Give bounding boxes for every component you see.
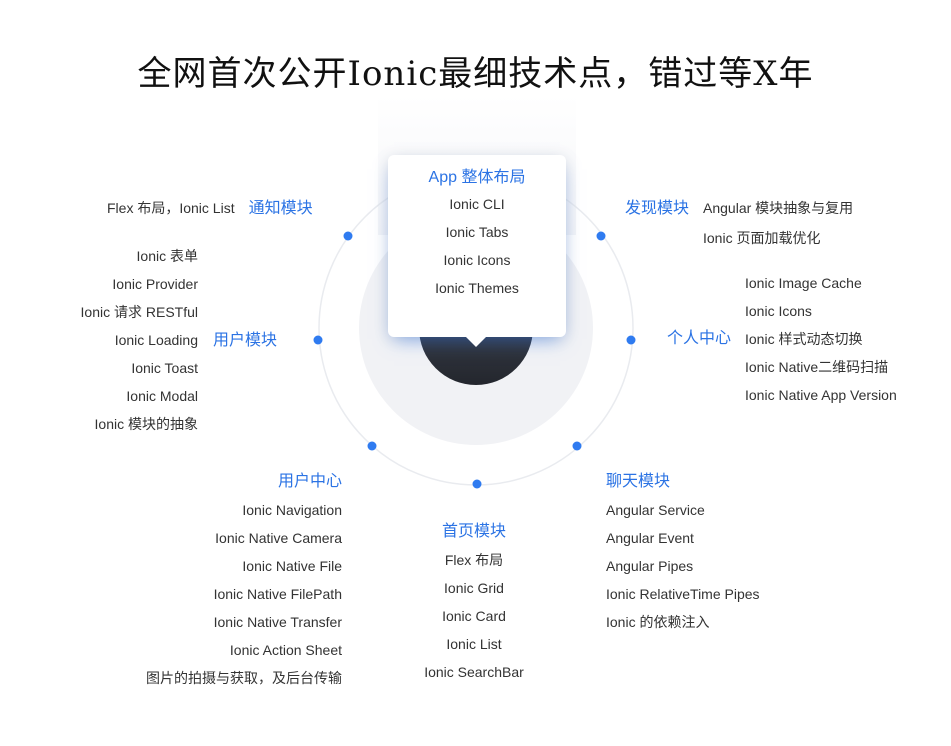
module-personal-list: Ionic Image Cache Ionic Icons Ionic 样式动态…: [745, 269, 897, 409]
node-dot-notify: [343, 231, 353, 241]
module-personal-item: Ionic 样式动态切换: [745, 331, 863, 347]
node-dot-home: [472, 479, 482, 489]
module-chat: 聊天模块 Angular Service Angular Event Angul…: [606, 470, 760, 636]
module-personal-item: Ionic Image Cache: [745, 275, 862, 291]
module-user-center-heading: 用户中心: [277, 473, 342, 490]
center-card-pointer: [465, 336, 487, 347]
center-card-item: Ionic Icons: [443, 252, 511, 268]
module-user-center-item: Ionic Action Sheet: [229, 642, 342, 658]
module-user-center-item: Ionic Native Camera: [215, 530, 342, 546]
module-user-center: 用户中心 Ionic Navigation Ionic Native Camer…: [100, 470, 342, 692]
module-user-center-item: Ionic Native File: [242, 558, 342, 574]
center-card-item: Ionic CLI: [449, 196, 505, 212]
node-dot-user-center: [367, 441, 377, 451]
module-user-list: Ionic 表单 Ionic Provider Ionic 请求 RESTful…: [40, 242, 198, 438]
module-chat-item: Angular Event: [606, 530, 694, 546]
module-user-item: Ionic Toast: [131, 360, 198, 376]
module-user-center-item: Ionic Navigation: [242, 502, 342, 518]
module-notify-item: Flex 布局，Ionic List: [107, 200, 235, 216]
module-home-heading: 首页模块: [441, 523, 506, 540]
center-card-heading: App 整体布局: [428, 169, 526, 186]
module-user-heading-wrap: 用户模块: [213, 329, 277, 353]
module-discover-item: Angular 模块抽象与复用: [703, 200, 854, 216]
module-user-center-item: Ionic Native FilePath: [213, 586, 342, 602]
module-notify: Flex 布局，Ionic List 通知模块: [107, 194, 313, 222]
module-user-center-item: 图片的拍摄与获取，及后台传输: [146, 670, 342, 686]
module-home-item: Ionic Grid: [444, 580, 504, 596]
module-home-item: Ionic SearchBar: [424, 664, 524, 680]
module-user-item: Ionic 模块的抽象: [94, 416, 198, 432]
module-chat-heading: 聊天模块: [606, 473, 671, 490]
node-dot-user-module: [313, 335, 323, 345]
module-personal-item: Ionic Native二维码扫描: [745, 359, 889, 375]
module-notify-heading: 通知模块: [248, 200, 313, 217]
module-home-item: Ionic List: [446, 636, 502, 652]
module-personal-item: Ionic Icons: [745, 303, 812, 319]
module-user-item: Ionic Loading: [114, 332, 198, 348]
module-chat-item: Angular Service: [606, 502, 705, 518]
module-personal-heading: 个人中心: [667, 330, 732, 347]
module-chat-item: Ionic RelativeTime Pipes: [606, 586, 760, 602]
module-personal-item: Ionic Native App Version: [745, 387, 897, 403]
node-dot-discover: [596, 231, 606, 241]
module-chat-item: Ionic 的依赖注入: [606, 614, 710, 630]
module-home: 首页模块 Flex 布局 Ionic Grid Ionic Card Ionic…: [394, 520, 554, 686]
module-discover: 发现模块 Angular 模块抽象与复用 Ionic 页面加载优化: [625, 194, 853, 252]
module-chat-item: Angular Pipes: [606, 558, 694, 574]
node-dot-personal: [626, 335, 636, 345]
module-discover-item: Ionic 页面加载优化: [703, 230, 821, 246]
center-card-item: Ionic Tabs: [445, 224, 509, 240]
center-card-item: Ionic Themes: [435, 280, 519, 296]
module-home-item: Ionic Card: [442, 608, 506, 624]
module-user-center-item: Ionic Native Transfer: [213, 614, 342, 630]
module-user-item: Ionic 表单: [136, 248, 198, 264]
module-personal-heading-wrap: 个人中心: [667, 327, 731, 351]
module-user-heading: 用户模块: [213, 332, 278, 349]
module-user-item: Ionic 请求 RESTful: [80, 304, 198, 320]
module-home-item: Flex 布局: [444, 552, 504, 568]
module-discover-heading: 发现模块: [625, 200, 690, 217]
center-card: App 整体布局 Ionic CLI Ionic Tabs Ionic Icon…: [388, 155, 566, 337]
module-user-item: Ionic Modal: [126, 388, 198, 404]
node-dot-chat: [572, 441, 582, 451]
module-user-item: Ionic Provider: [112, 276, 198, 292]
